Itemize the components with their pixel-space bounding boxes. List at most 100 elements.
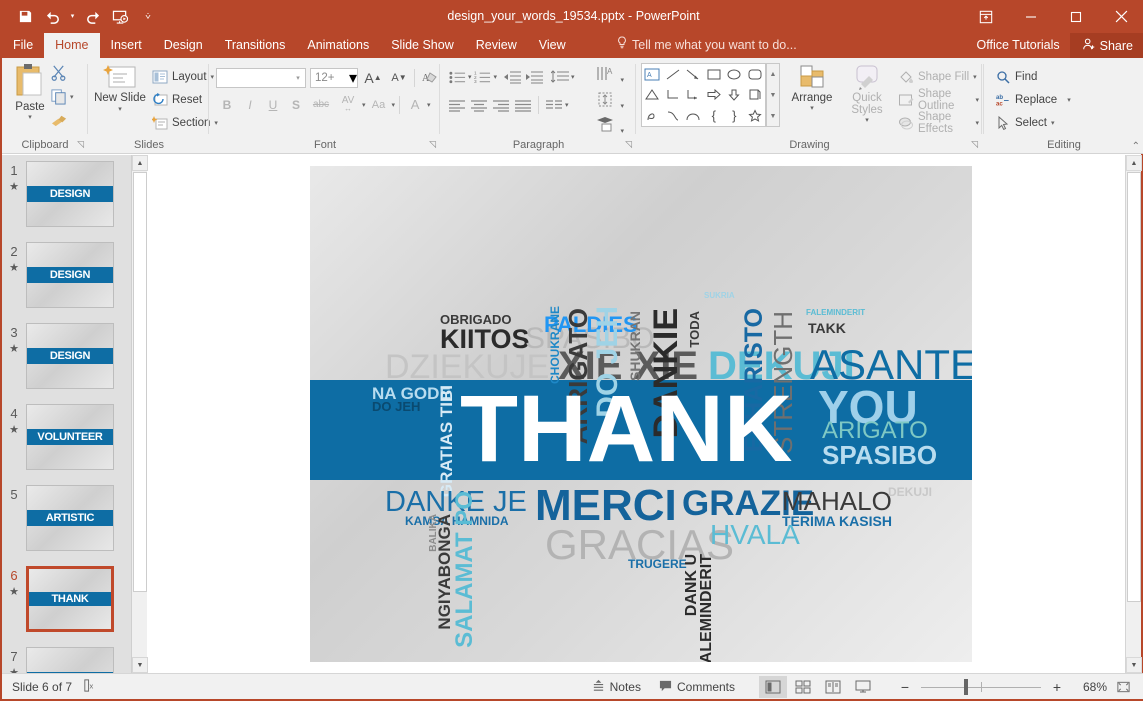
thumbnail-scroll-up-icon[interactable]: ▲: [132, 155, 148, 171]
thumbnail-preview[interactable]: DESIGN: [26, 161, 114, 227]
select-button[interactable]: Select ▾: [993, 112, 1057, 134]
animation-star-icon[interactable]: ★: [2, 423, 26, 436]
right-brace-shape-icon[interactable]: }: [724, 105, 745, 126]
font-size-combobox[interactable]: 12+ ▾: [310, 68, 358, 88]
thumbnail-item[interactable]: 1★DESIGN: [2, 161, 133, 227]
animation-star-icon[interactable]: ★: [2, 585, 26, 598]
right-arrow-shape-icon[interactable]: [704, 85, 725, 106]
reset-button[interactable]: Reset: [149, 89, 205, 111]
font-size-dropdown-icon[interactable]: ▾: [349, 68, 357, 88]
thumbnail-preview[interactable]: VOLUNTEER: [26, 404, 114, 470]
character-spacing-caret-icon[interactable]: ▾: [362, 101, 366, 109]
paragraph-dialog-launcher[interactable]: ◹: [625, 139, 632, 150]
shapes-more-icon[interactable]: ▼: [770, 106, 777, 126]
font-dialog-launcher[interactable]: ◹: [429, 139, 436, 150]
line-shape-icon[interactable]: [663, 64, 684, 85]
notes-button[interactable]: Notes: [584, 675, 649, 699]
animation-star-icon[interactable]: ★: [2, 261, 26, 274]
smartart-caret-icon[interactable]: ▾: [620, 128, 624, 135]
shape-effects-caret-icon[interactable]: ▾: [975, 119, 979, 127]
thumbnail-item[interactable]: 3★DESIGN: [2, 323, 133, 389]
clear-formatting-button[interactable]: A: [419, 67, 441, 88]
thumbnail-preview[interactable]: THANK: [26, 566, 114, 632]
tab-slide-show[interactable]: Slide Show: [380, 33, 465, 58]
thumbnail-scroll-down-icon[interactable]: ▼: [132, 657, 148, 673]
zoom-in-button[interactable]: +: [1043, 676, 1071, 698]
minimize-icon[interactable]: [1008, 0, 1053, 33]
strikethrough-button[interactable]: abc: [308, 94, 334, 115]
replace-button[interactable]: abac Replace ▾: [993, 89, 1074, 111]
comments-button[interactable]: Comments: [651, 675, 743, 699]
slide-thumbnail-pane[interactable]: 1★DESIGN2★DESIGN3★DESIGN4★VOLUNTEER5ARTI…: [2, 155, 147, 673]
numbering-button[interactable]: 123: [472, 66, 494, 88]
align-center-button[interactable]: [468, 94, 490, 116]
tab-home[interactable]: Home: [44, 33, 99, 58]
columns-button[interactable]: [543, 94, 565, 116]
collapse-ribbon-button[interactable]: ⌃: [1132, 141, 1140, 152]
find-button[interactable]: Find: [993, 66, 1040, 88]
zoom-out-button[interactable]: −: [891, 676, 919, 698]
shape-effects-button[interactable]: Shape Effects ▾: [895, 112, 982, 134]
underline-button[interactable]: U: [262, 94, 284, 115]
align-right-button[interactable]: [490, 94, 512, 116]
numbering-caret-icon[interactable]: ▾: [494, 73, 498, 81]
animation-star-icon[interactable]: ★: [2, 342, 26, 355]
font-size-value[interactable]: 12+: [311, 72, 349, 84]
justify-button[interactable]: [512, 94, 534, 116]
layout-button[interactable]: Layout ▾: [149, 66, 217, 88]
line-spacing-caret-icon[interactable]: ▾: [571, 73, 575, 81]
clipboard-dialog-launcher[interactable]: ◹: [77, 139, 84, 150]
thumbnail-item[interactable]: 6★THANK: [2, 566, 133, 632]
left-brace-shape-icon[interactable]: {: [704, 105, 725, 126]
scribble-shape-icon[interactable]: [642, 105, 663, 126]
paste-button[interactable]: Paste ▾: [8, 63, 52, 121]
align-left-button[interactable]: [446, 94, 468, 116]
ellipse-shape-icon[interactable]: [724, 64, 745, 85]
zoom-slider-handle[interactable]: [964, 679, 968, 695]
star-shape-icon[interactable]: [745, 105, 766, 126]
tab-transitions[interactable]: Transitions: [214, 33, 297, 58]
arrow-shape-icon[interactable]: [683, 64, 704, 85]
font-name-combobox[interactable]: ▾: [216, 68, 306, 88]
thumbnail-item[interactable]: 2★DESIGN: [2, 242, 133, 308]
align-text-caret-icon[interactable]: ▾: [620, 103, 624, 110]
convert-to-smartart-button[interactable]: ▾: [596, 116, 624, 138]
tab-view[interactable]: View: [528, 33, 577, 58]
format-painter-button[interactable]: [50, 112, 69, 134]
change-case-button[interactable]: Aa: [367, 94, 391, 115]
replace-caret-icon[interactable]: ▾: [1067, 96, 1071, 104]
bullets-button[interactable]: [446, 66, 468, 88]
zoom-level[interactable]: 68%: [1073, 680, 1107, 694]
elbow-connector-icon[interactable]: [663, 85, 684, 106]
select-caret-icon[interactable]: ▾: [1051, 119, 1055, 127]
slide-scroll-down-icon[interactable]: ▼: [1126, 657, 1142, 673]
paste-caret-icon[interactable]: ▾: [28, 113, 32, 121]
slide-vertical-scrollbar[interactable]: ▲ ▼: [1125, 155, 1141, 673]
italic-button[interactable]: I: [239, 94, 261, 115]
shape-outline-caret-icon[interactable]: ▾: [975, 96, 979, 104]
flowchart-shape-icon[interactable]: [745, 85, 766, 106]
font-name-dropdown-icon[interactable]: ▾: [291, 74, 305, 82]
tab-design[interactable]: Design: [153, 33, 214, 58]
slide-editing-area[interactable]: OBRIGADOKIITOSSPASIBODZIEKUJEXIE XIEDEKU…: [148, 155, 1129, 673]
increase-indent-button[interactable]: [523, 66, 545, 88]
character-spacing-button[interactable]: AV ↔: [335, 94, 361, 115]
thumbnail-preview[interactable]: ARTISTIC: [26, 485, 114, 551]
thumbnail-item[interactable]: 4★VOLUNTEER: [2, 404, 133, 470]
animation-star-icon[interactable]: ★: [2, 180, 26, 193]
thumbnail-scrollbar[interactable]: ▲ ▼: [131, 155, 147, 673]
shapes-gallery-scrollbar[interactable]: ▲ ▼ ▼: [766, 63, 780, 127]
thumbnail-preview[interactable]: HELP: [26, 647, 114, 673]
shape-fill-button[interactable]: Shape Fill ▾: [895, 66, 980, 88]
text-direction-caret-icon[interactable]: ▾: [620, 77, 624, 84]
decrease-font-size-button[interactable]: A▼: [388, 67, 410, 88]
tell-me-search[interactable]: Tell me what you want to do...: [617, 33, 797, 58]
down-arrow-shape-icon[interactable]: [724, 85, 745, 106]
elbow-arrow-connector-icon[interactable]: [683, 85, 704, 106]
thumbnail-item[interactable]: 7★HELP: [2, 647, 133, 673]
arrange-caret-icon[interactable]: ▾: [810, 104, 814, 112]
rounded-rectangle-shape-icon[interactable]: [745, 64, 766, 85]
ribbon-display-options-icon[interactable]: [963, 0, 1008, 33]
align-text-button[interactable]: ▾: [596, 91, 624, 113]
slide-scroll-up-icon[interactable]: ▲: [1126, 155, 1142, 171]
